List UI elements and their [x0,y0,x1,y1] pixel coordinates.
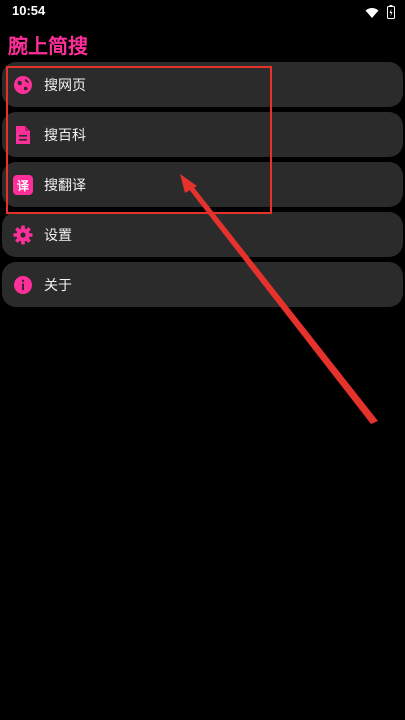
menu-item-label: 设置 [44,228,72,244]
gear-icon [12,224,34,246]
menu-item-search-encyclopedia[interactable]: 搜百科 [2,112,403,157]
menu-item-label: 搜网页 [44,78,86,94]
menu-item-search-translate[interactable]: 译 搜翻译 [2,162,403,207]
menu-item-search-web[interactable]: 搜网页 [2,62,403,107]
menu-item-label: 关于 [44,278,72,294]
battery-icon [387,4,395,23]
status-time: 10:54 [12,3,46,18]
wifi-icon [365,4,379,23]
menu-item-about[interactable]: 关于 [2,262,403,307]
globe-icon [12,74,34,96]
menu-item-label: 搜百科 [44,128,86,144]
translate-icon: 译 [12,174,34,196]
info-icon [12,274,34,296]
translate-badge: 译 [13,175,33,195]
status-icons [365,4,395,23]
document-icon [12,124,34,146]
menu-item-settings[interactable]: 设置 [2,212,403,257]
annotation-arrow [180,174,378,424]
app-title: 腕上简搜 [8,34,88,58]
menu-item-label: 搜翻译 [44,178,86,194]
status-bar: 10:54 [0,0,405,24]
